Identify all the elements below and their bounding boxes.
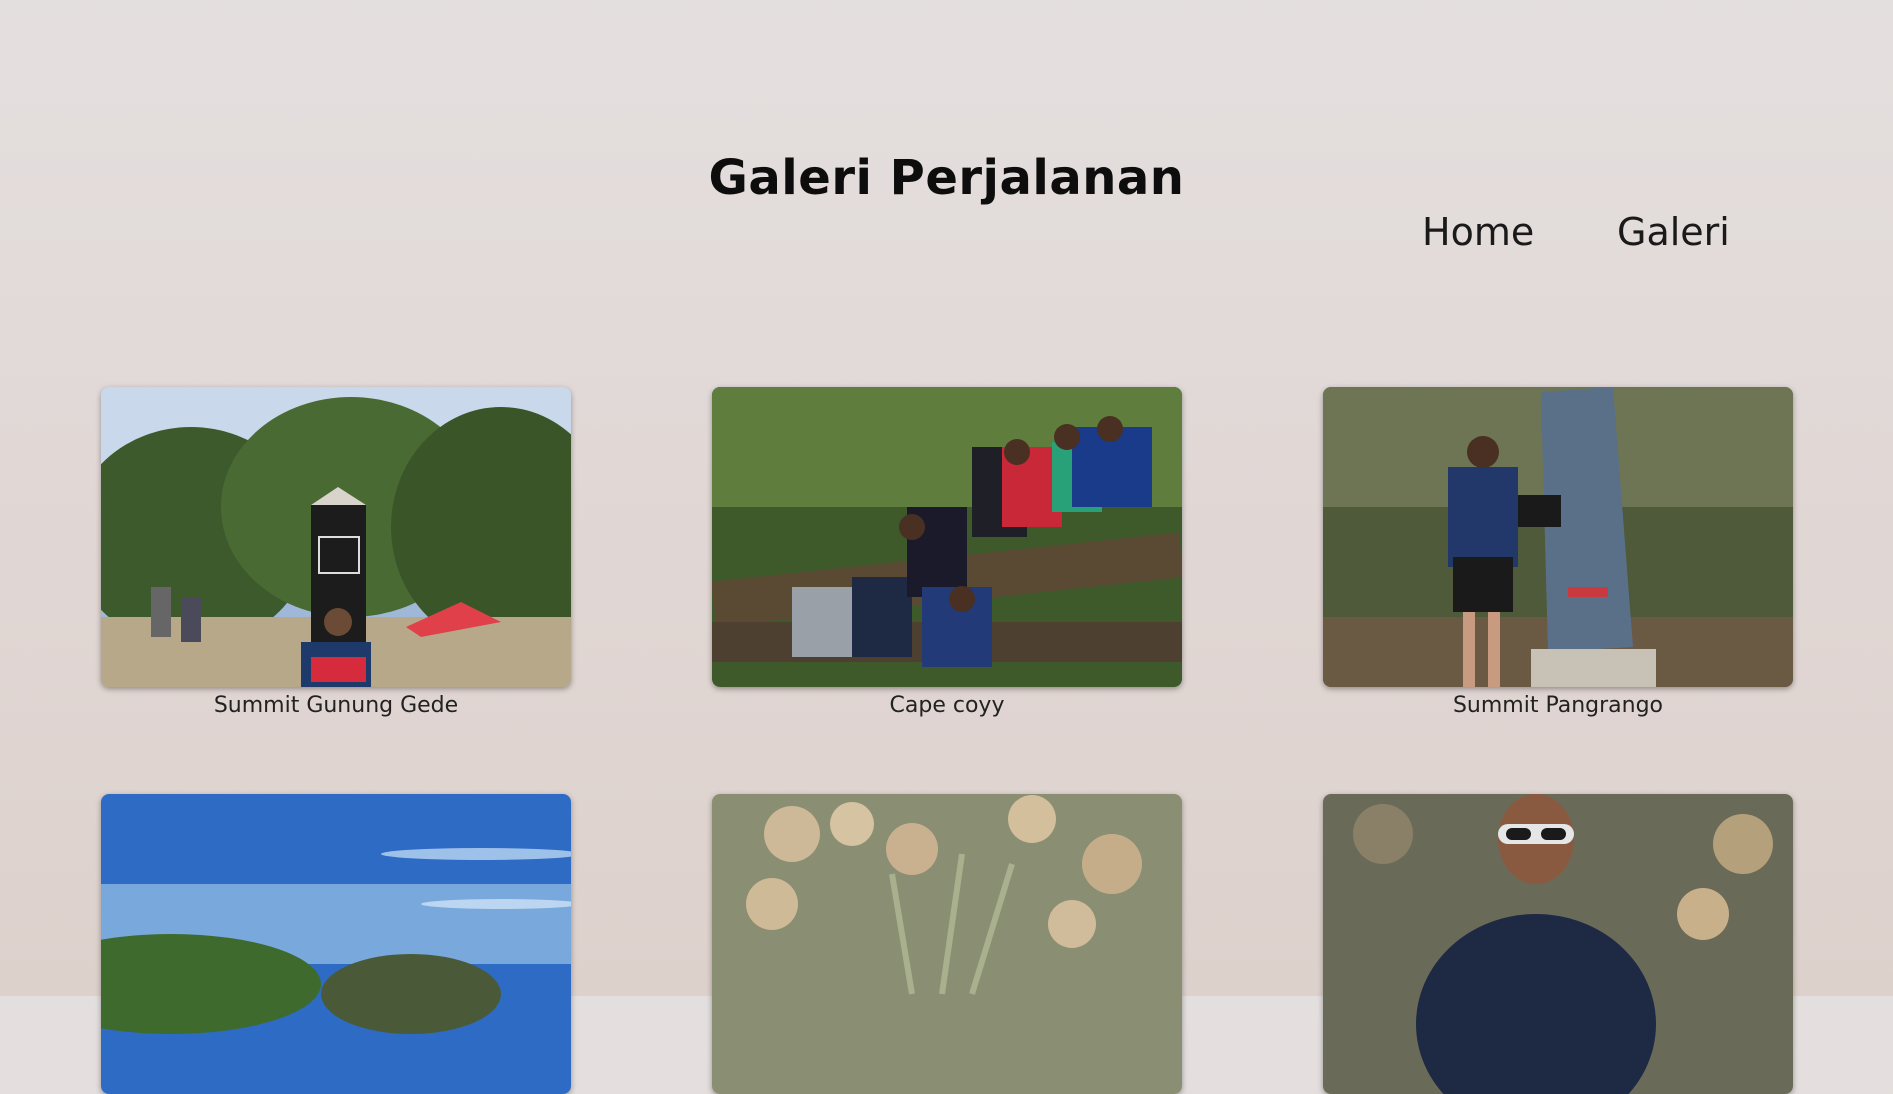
- gallery-card: [1323, 794, 1793, 1094]
- page-title: Galeri Perjalanan: [708, 150, 1185, 207]
- gallery-card: [712, 794, 1182, 1094]
- nav-galeri-link[interactable]: Galeri: [1617, 210, 1730, 254]
- summit-pangrango-photo[interactable]: [1323, 387, 1793, 687]
- gallery-card: Cape coyy: [712, 387, 1182, 718]
- summit-gede-photo[interactable]: [101, 387, 571, 687]
- group-resting-photo[interactable]: [712, 387, 1182, 687]
- nav-home-link[interactable]: Home: [1422, 210, 1534, 254]
- main-nav: Home Galeri: [0, 210, 1893, 260]
- gallery-card: [101, 794, 571, 1094]
- hiker-portrait-photo[interactable]: [1323, 794, 1793, 1094]
- blue-sky-landscape-photo[interactable]: [101, 794, 571, 1094]
- card-caption: Summit Gunung Gede: [213, 693, 459, 718]
- card-caption: Cape coyy: [889, 693, 1005, 718]
- edelweiss-flowers-photo[interactable]: [712, 794, 1182, 1094]
- gallery-card: Summit Pangrango: [1323, 387, 1793, 718]
- card-caption: Summit Pangrango: [1452, 693, 1664, 718]
- gallery-card: Summit Gunung Gede: [101, 387, 571, 718]
